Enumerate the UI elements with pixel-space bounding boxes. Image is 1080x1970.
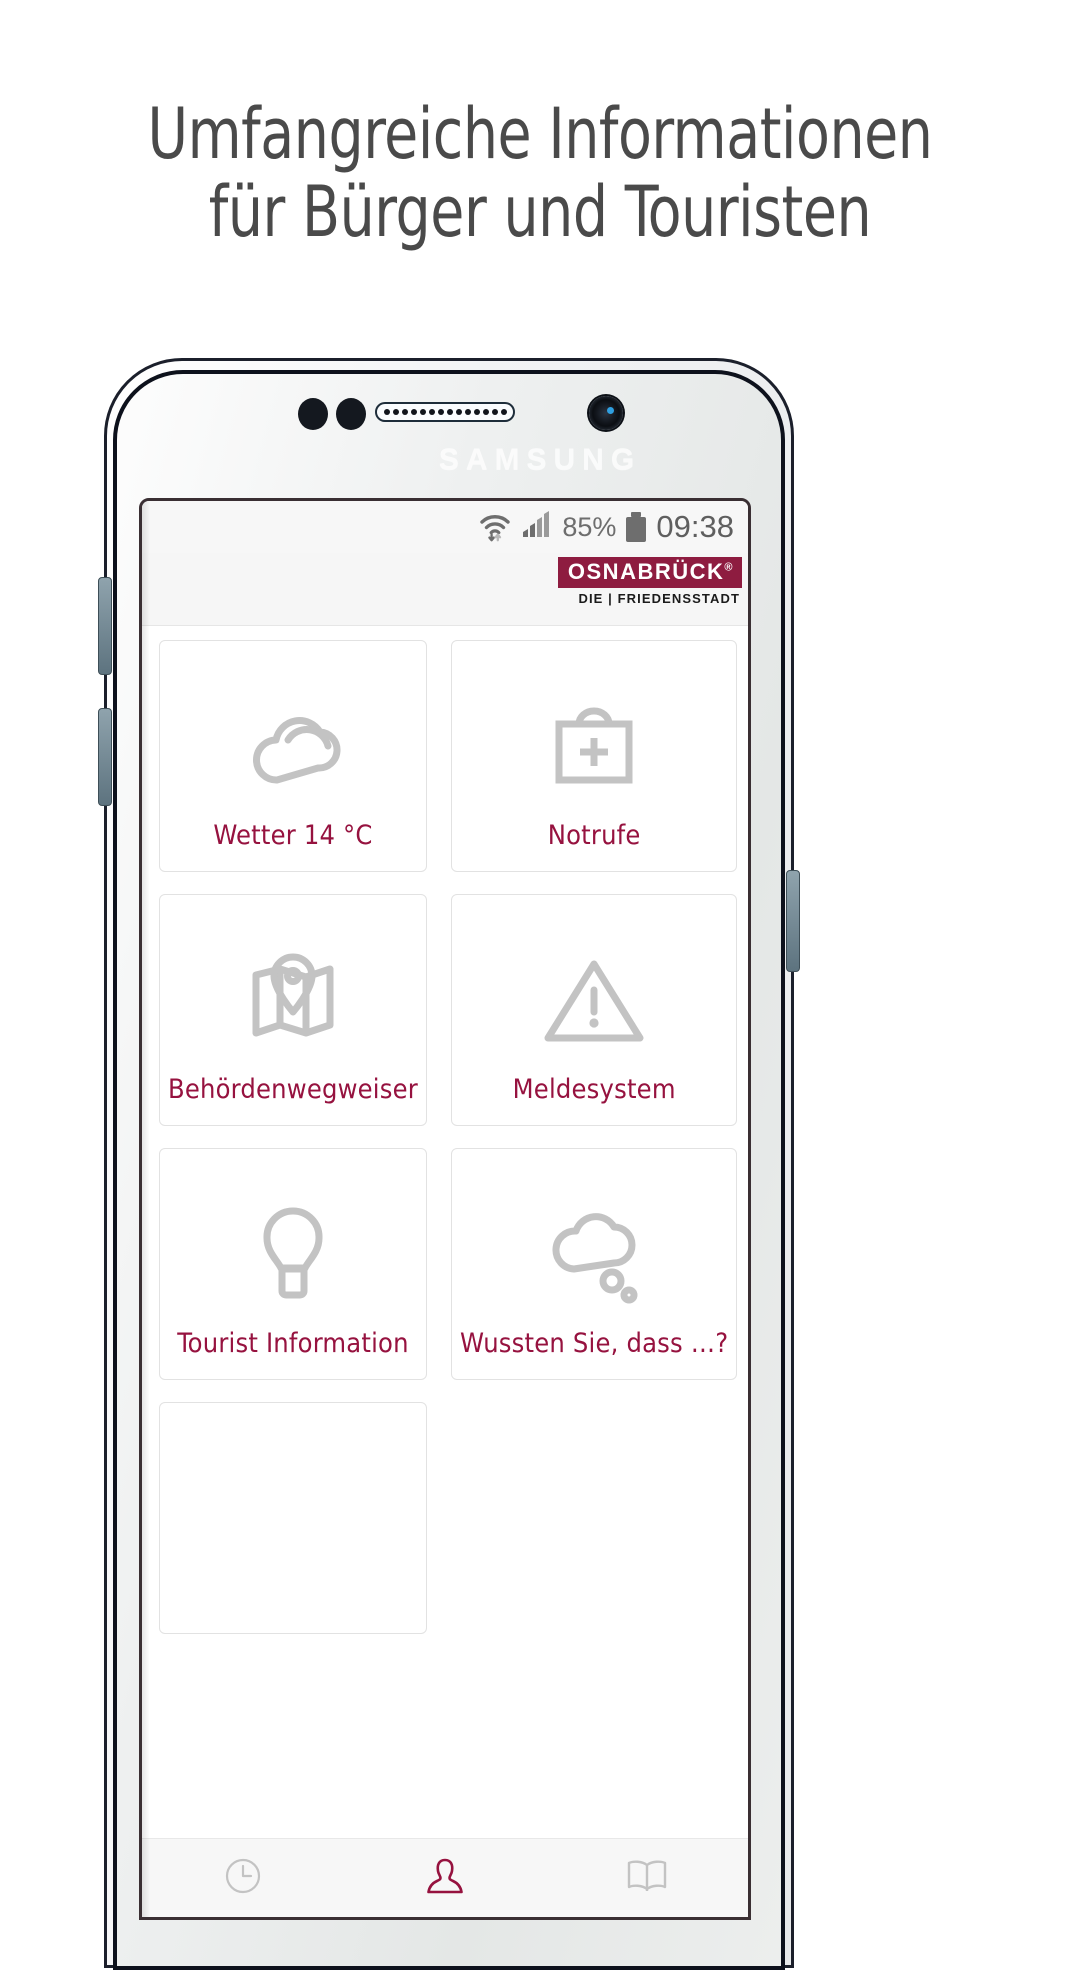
cloud-icon <box>168 671 418 820</box>
proximity-sensor-icon <box>298 398 328 430</box>
battery-percent-label: 85% <box>562 511 617 542</box>
tile-behoerdenwegweiser[interactable]: Behördenwegweiser <box>159 894 427 1126</box>
device-brand-label: SAMSUNG <box>438 443 642 476</box>
logo-wordmark-text: OSNABRÜCK <box>567 559 725 584</box>
nav-item-history[interactable] <box>142 1856 344 1901</box>
page-title-line2: für Bürger und Touristen <box>208 171 872 254</box>
signal-bars-icon <box>522 509 552 546</box>
wifi-icon <box>478 510 512 544</box>
tile-tourist-information[interactable]: Tourist Information <box>159 1148 427 1380</box>
tile-label: Tourist Information <box>177 1328 409 1359</box>
map-pin-icon <box>168 925 418 1074</box>
tile-partial-next-row[interactable] <box>159 1402 427 1634</box>
person-icon <box>424 1855 466 1902</box>
book-icon <box>625 1857 669 1900</box>
battery-icon <box>626 512 647 542</box>
bottom-navigation <box>142 1838 748 1917</box>
nav-item-profile[interactable] <box>344 1855 546 1902</box>
page-title: Umfangreiche Informationen für Bürger un… <box>65 95 1015 252</box>
power-button[interactable] <box>786 870 800 972</box>
tile-wetter[interactable]: Wetter 14 °C <box>159 640 427 872</box>
warning-triangle-icon <box>460 925 728 1074</box>
page-title-line1: Umfangreiche Informationen <box>147 93 933 175</box>
tile-notrufe[interactable]: Notrufe <box>450 640 738 872</box>
app-header: OSNABRÜCK® DIE | FRIEDENSSTADT <box>142 553 748 626</box>
first-aid-kit-icon <box>460 671 728 820</box>
earpiece-speaker-icon <box>375 402 515 422</box>
volume-down-button[interactable] <box>98 708 112 806</box>
nav-item-guide[interactable] <box>546 1857 748 1900</box>
tile-label: Notrufe <box>547 820 641 851</box>
logo-registered-mark: ® <box>724 561 734 574</box>
tile-icon-placeholder <box>168 1433 418 1613</box>
front-camera-icon <box>589 396 623 430</box>
tile-label: Wussten Sie, dass …? <box>459 1328 729 1359</box>
front-camera-sensor-icon <box>336 398 366 430</box>
tile-label: Wetter 14 °C <box>213 820 373 851</box>
logo-subtitle: DIE | FRIEDENSSTADT <box>578 591 740 606</box>
clock-icon <box>223 1856 263 1901</box>
tile-wussten-sie-dass[interactable]: Wussten Sie, dass …? <box>450 1148 738 1380</box>
tile-label: Meldesystem <box>512 1074 676 1105</box>
tile-grid: Wetter 14 °C Notrufe Behördenwegweiser M… <box>142 626 748 1838</box>
volume-up-button[interactable] <box>98 577 112 675</box>
lightbulb-icon <box>168 1179 418 1328</box>
tile-meldesystem[interactable]: Meldesystem <box>450 894 738 1126</box>
tile-label: Behördenwegweiser <box>168 1074 418 1105</box>
osnabrueck-logo: OSNABRÜCK® DIE | FRIEDENSSTADT <box>557 557 742 606</box>
status-bar: 85% 09:38 <box>142 501 748 553</box>
thought-bubble-icon <box>460 1179 728 1328</box>
clock-label: 09:38 <box>656 509 734 544</box>
logo-wordmark: OSNABRÜCK® <box>557 557 742 588</box>
phone-screen: 85% 09:38 OSNABRÜCK® DIE | FRIEDENSSTADT… <box>139 498 751 1920</box>
